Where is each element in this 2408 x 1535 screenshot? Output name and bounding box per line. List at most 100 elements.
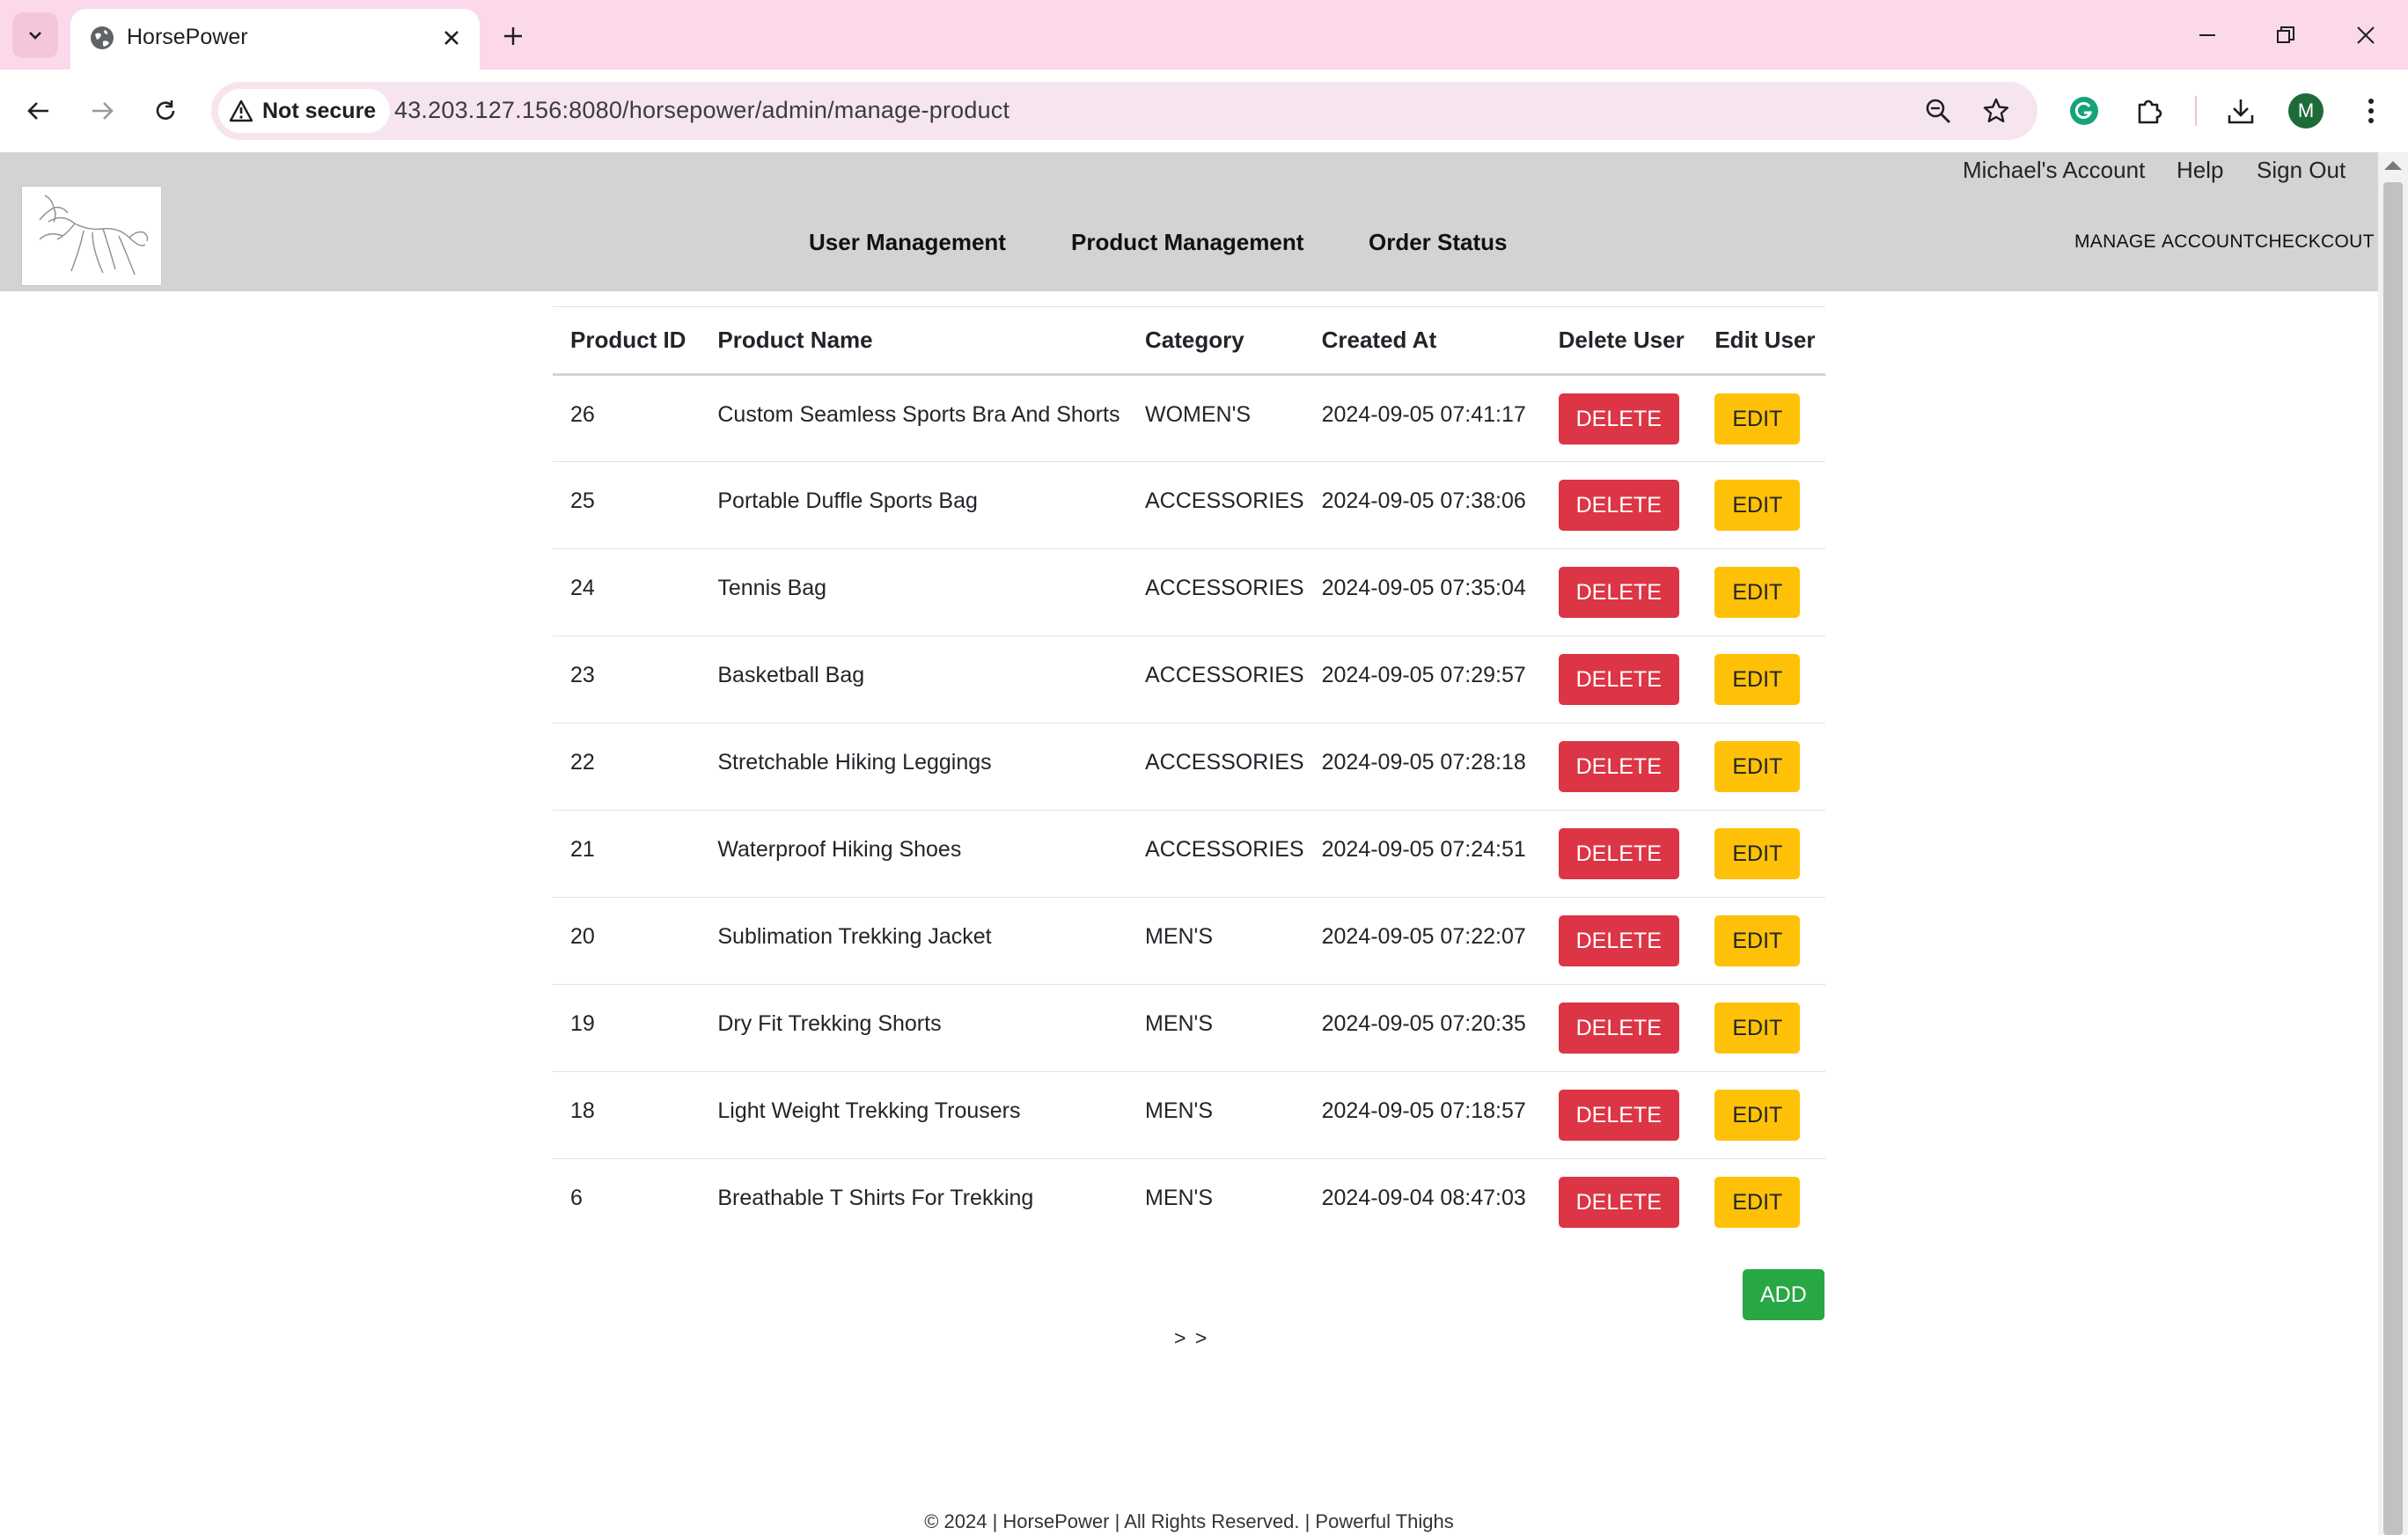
- delete-button[interactable]: DELETE: [1558, 915, 1679, 966]
- created-at-cell: 2024-09-04 08:47:03: [1321, 1186, 1526, 1210]
- edit-button[interactable]: EDIT: [1714, 741, 1801, 792]
- product-id-cell: 22: [553, 723, 701, 811]
- delete-cell: DELETE: [1541, 1159, 1698, 1246]
- arrow-right-icon: [92, 102, 114, 120]
- add-product-button[interactable]: ADD: [1743, 1269, 1824, 1320]
- edit-button[interactable]: EDIT: [1714, 654, 1801, 705]
- grammarly-icon: [2070, 97, 2098, 125]
- profile-avatar[interactable]: M: [2288, 93, 2324, 129]
- table-row: 25 Portable Duffle Sports Bag ACCESSORIES 2…: [553, 461, 1825, 549]
- edit-button[interactable]: EDIT: [1714, 915, 1801, 966]
- delete-cell: DELETE: [1540, 374, 1698, 462]
- delete-button[interactable]: DELETE: [1558, 654, 1679, 705]
- created-at-cell: 2024-09-05 07:35:04: [1303, 548, 1541, 636]
- category-cell: ACCESSORIES: [1127, 635, 1304, 723]
- product-table-body: 26 Custom Seamless Sports Bra And Shorts W…: [553, 374, 1825, 1246]
- edit-button[interactable]: EDIT: [1714, 828, 1801, 879]
- scroll-up-arrow-icon[interactable]: [2384, 161, 2402, 170]
- page-scrollbar[interactable]: [2378, 152, 2408, 1535]
- edit-cell: EDIT: [1697, 635, 1825, 723]
- product-id-cell: 26: [553, 374, 701, 462]
- browser-tab[interactable]: HorsePower: [70, 9, 480, 70]
- zoom-button[interactable]: [1919, 92, 1957, 130]
- security-chip[interactable]: Not secure: [218, 89, 391, 133]
- delete-button[interactable]: DELETE: [1558, 1090, 1679, 1141]
- created-at-cell: 2024-09-05 07:28:18: [1303, 723, 1541, 811]
- delete-button[interactable]: DELETE: [1558, 567, 1679, 618]
- downloads-button[interactable]: [2220, 90, 2262, 132]
- column-header-product-id: Product ID: [553, 306, 701, 376]
- delete-cell: DELETE: [1540, 810, 1698, 898]
- table-row: 18 Light Weight Trekking Trousers MEN'S 202…: [553, 1071, 1825, 1159]
- created-at-cell: 2024-09-05 07:24:51: [1303, 810, 1541, 898]
- account-link[interactable]: Michael's Account: [1963, 157, 2145, 184]
- edit-button[interactable]: EDIT: [1714, 1177, 1801, 1228]
- product-id-cell: 18: [553, 1071, 701, 1159]
- extensions-button[interactable]: [2128, 90, 2170, 132]
- category-cell: ACCESSORIES: [1127, 723, 1304, 811]
- edit-cell: EDIT: [1697, 1071, 1825, 1159]
- delete-button[interactable]: DELETE: [1558, 480, 1679, 531]
- delete-cell: DELETE: [1540, 984, 1698, 1072]
- category-cell: ACCESSORIES: [1127, 461, 1304, 549]
- delete-cell: DELETE: [1540, 723, 1698, 811]
- nav-order-status[interactable]: Order Status: [1369, 229, 1508, 256]
- edit-button[interactable]: EDIT: [1714, 480, 1801, 531]
- close-icon: [2357, 26, 2375, 44]
- edit-cell: EDIT: [1697, 897, 1825, 985]
- manage-link[interactable]: MANAGE: [2074, 231, 2156, 253]
- grammarly-extension-button[interactable]: [2063, 90, 2105, 132]
- delete-button[interactable]: DELETE: [1558, 1177, 1679, 1228]
- delete-button[interactable]: DELETE: [1558, 828, 1679, 879]
- sign-out-link[interactable]: Sign Out: [2257, 157, 2346, 184]
- nav-product-management[interactable]: Product Management: [1071, 229, 1303, 256]
- scroll-thumb[interactable]: [2383, 182, 2403, 1535]
- edit-button[interactable]: EDIT: [1714, 1003, 1801, 1054]
- tab-close-button[interactable]: [436, 22, 467, 54]
- product-name-cell: Tennis Bag: [700, 548, 1127, 636]
- delete-button[interactable]: DELETE: [1558, 1003, 1679, 1054]
- tab-search-button[interactable]: [12, 12, 58, 58]
- browser-menu-button[interactable]: [2350, 90, 2392, 132]
- table-row: 24 Tennis Bag ACCESSORIES 2024-09-05 07:35:…: [553, 548, 1825, 636]
- nav-user-management[interactable]: User Management: [809, 229, 1006, 256]
- site-header: Michael's Account Help Sign Out User Man…: [0, 152, 2378, 291]
- delete-cell: DELETE: [1540, 548, 1698, 636]
- created-at-cell: 2024-09-05 07:29:57: [1303, 635, 1541, 723]
- globe-icon: [91, 26, 114, 49]
- edit-button[interactable]: EDIT: [1714, 567, 1801, 618]
- download-icon: [2228, 99, 2254, 124]
- table-row: 19 Dry Fit Trekking Shorts MEN'S 2024-09-05…: [553, 984, 1825, 1072]
- new-tab-button[interactable]: [495, 18, 532, 55]
- address-bar[interactable]: Not secure 43.203.127.156:8080/horsepowe…: [211, 82, 2037, 140]
- back-button[interactable]: [14, 86, 63, 136]
- forward-button[interactable]: [77, 86, 127, 136]
- url-text[interactable]: 43.203.127.156:8080/horsepower/admin/man…: [394, 97, 1009, 124]
- delete-button[interactable]: DELETE: [1558, 393, 1679, 444]
- delete-button[interactable]: DELETE: [1558, 741, 1679, 792]
- window-close-button[interactable]: [2331, 14, 2401, 56]
- help-link[interactable]: Help: [2177, 157, 2223, 184]
- kebab-menu-icon: [2368, 99, 2374, 123]
- edit-cell: EDIT: [1697, 548, 1825, 636]
- reload-button[interactable]: [141, 86, 190, 136]
- edit-button[interactable]: EDIT: [1714, 393, 1801, 444]
- account-small-link[interactable]: ACCOUNT: [2162, 231, 2255, 253]
- product-name-cell: Dry Fit Trekking Shorts: [700, 984, 1127, 1072]
- toolbar-divider: [2195, 96, 2197, 126]
- category-cell: MEN'S: [1145, 1186, 1214, 1210]
- next-page-link[interactable]: > >: [1174, 1326, 1208, 1350]
- category-cell: MEN'S: [1127, 1071, 1304, 1159]
- minimize-button[interactable]: [2172, 14, 2243, 56]
- edit-button[interactable]: EDIT: [1714, 1090, 1801, 1141]
- site-logo[interactable]: [21, 186, 162, 286]
- created-at-cell: 2024-09-05 07:38:06: [1303, 461, 1541, 549]
- bookmark-button[interactable]: [1977, 92, 2015, 130]
- arrow-left-icon: [27, 102, 48, 120]
- product-table-container: Product ID Product Name Category Created…: [553, 306, 1825, 1246]
- edit-cell: EDIT: [1697, 723, 1825, 811]
- restore-button[interactable]: [2250, 14, 2321, 56]
- restore-icon: [2277, 26, 2294, 43]
- product-name-cell: Stretchable Hiking Leggings: [700, 723, 1127, 811]
- checkout-link[interactable]: CHECKCOUT: [2255, 231, 2375, 253]
